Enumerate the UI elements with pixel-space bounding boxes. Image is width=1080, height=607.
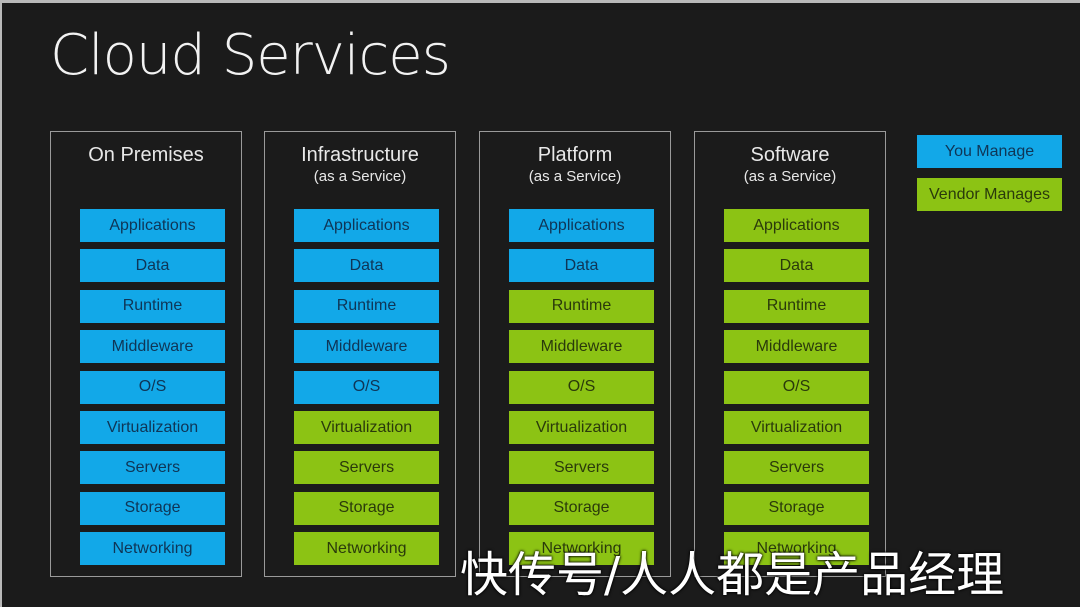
layer-applications: Applications (294, 209, 439, 242)
column-title: On Premises (88, 144, 204, 166)
layer-o-s: O/S (509, 370, 654, 404)
layer-storage: Storage (724, 491, 869, 525)
layer-storage: Storage (509, 491, 654, 525)
column-title: Software (750, 144, 830, 166)
column-saas: Software (as a Service) Applications Data Ru… (694, 131, 886, 577)
layer-storage: Storage (294, 491, 439, 525)
layer-data: Data (724, 249, 869, 283)
layer-middleware: Middleware (724, 330, 869, 364)
layer-servers: Servers (724, 451, 869, 485)
layer-o-s: O/S (80, 370, 225, 404)
layer-data: Data (80, 249, 225, 283)
layer-storage: Storage (80, 491, 225, 525)
layer-applications: Applications (724, 209, 869, 242)
layer-servers: Servers (80, 451, 225, 485)
layer-runtime: Runtime (724, 289, 869, 323)
layer-servers: Servers (294, 451, 439, 485)
layer-networking: Networking (80, 532, 225, 566)
layer-middleware: Middleware (80, 330, 225, 364)
layer-data: Data (294, 249, 439, 283)
column-subtitle: (as a Service) (743, 168, 837, 185)
legend-you-manage: You Manage (917, 135, 1062, 168)
layer-o-s: O/S (294, 370, 439, 404)
column-title: Infrastructure (301, 144, 419, 166)
column-title: Platform (537, 144, 613, 166)
layer-middleware: Middleware (509, 330, 654, 364)
layer-o-s: O/S (724, 370, 869, 404)
slide-title: Cloud Services (50, 23, 451, 88)
layer-runtime: Runtime (509, 289, 654, 323)
layer-virtualization: Virtualization (80, 411, 225, 444)
column-on-premises: On Premises Applications Data Runtime Middle… (50, 131, 242, 577)
layer-applications: Applications (509, 209, 654, 242)
layer-middleware: Middleware (294, 330, 439, 364)
legend-vendor-manages: Vendor Manages (917, 178, 1062, 211)
column-subtitle: (as a Service) (313, 168, 407, 185)
column-header: Platform (as a Service) (480, 142, 670, 186)
layer-networking: Networking (294, 532, 439, 566)
layer-virtualization: Virtualization (294, 411, 439, 444)
slide: Cloud Services On Premises Applications Da… (2, 3, 1080, 607)
watermark-text: 快传号/人人都是产品经理 (460, 547, 1005, 603)
layer-virtualization: Virtualization (509, 411, 654, 444)
layer-applications: Applications (80, 209, 225, 242)
layer-servers: Servers (509, 451, 654, 485)
layer-runtime: Runtime (294, 289, 439, 323)
column-iaas: Infrastructure (as a Service) Applications… (264, 131, 456, 577)
column-header: Software (as a Service) (695, 142, 885, 186)
column-header: Infrastructure (as a Service) (265, 142, 455, 186)
layer-runtime: Runtime (80, 289, 225, 323)
column-subtitle: (as a Service) (528, 168, 622, 185)
column-paas: Platform (as a Service) Applications Data Ru… (479, 131, 671, 577)
layer-data: Data (509, 249, 654, 283)
layer-virtualization: Virtualization (724, 411, 869, 444)
column-header: On Premises (51, 142, 241, 168)
